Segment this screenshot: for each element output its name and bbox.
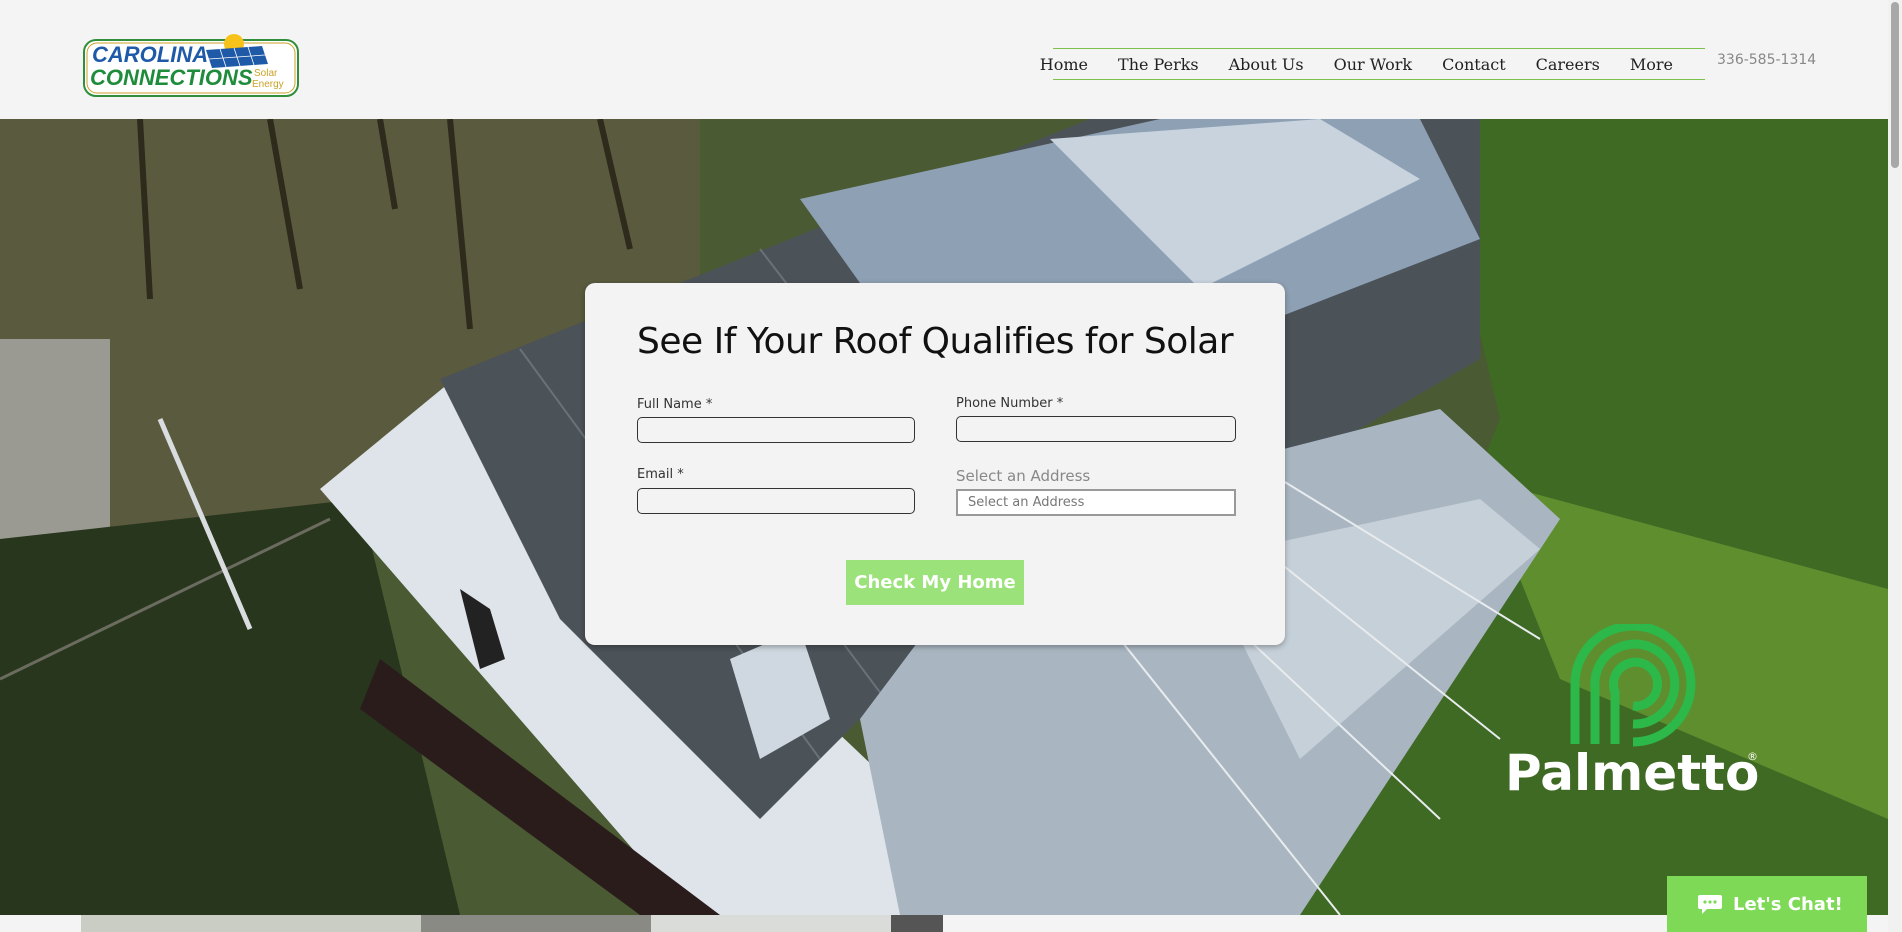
gallery-thumbnails-strip <box>81 915 943 932</box>
phone-number-input[interactable] <box>956 416 1236 442</box>
form-title: See If Your Roof Qualifies for Solar <box>637 321 1234 362</box>
nav-item-home[interactable]: Home <box>1040 55 1088 74</box>
svg-text:CAROLINA: CAROLINA <box>92 42 208 67</box>
svg-text:Palmetto: Palmetto <box>1505 744 1759 802</box>
email-input[interactable] <box>637 488 915 514</box>
nav-item-careers[interactable]: Careers <box>1536 55 1600 74</box>
page-scrollbar[interactable] <box>1888 0 1902 932</box>
svg-text:Energy: Energy <box>252 79 284 90</box>
svg-text:®: ® <box>1747 750 1758 763</box>
palmetto-logo[interactable]: Palmetto ® <box>1505 624 1765 824</box>
phone-number-label: Phone Number * <box>956 396 1064 411</box>
address-label: Select an Address <box>956 467 1091 485</box>
lets-chat-button[interactable]: Let's Chat! <box>1667 876 1867 932</box>
chat-label: Let's Chat! <box>1733 893 1843 915</box>
svg-text:Solar: Solar <box>254 68 278 79</box>
nav-item-our-work[interactable]: Our Work <box>1334 55 1413 74</box>
nav-item-contact[interactable]: Contact <box>1442 55 1506 74</box>
check-my-home-button[interactable]: Check My Home <box>846 560 1024 605</box>
full-name-label: Full Name * <box>637 397 713 412</box>
nav-item-the-perks[interactable]: The Perks <box>1118 55 1199 74</box>
scrollbar-thumb[interactable] <box>1891 2 1899 168</box>
carolina-connections-logo[interactable]: CAROLINA CONNECTIONS Solar Energy <box>82 30 300 98</box>
main-navigation: Home The Perks About Us Our Work Contact… <box>1040 48 1705 80</box>
address-select-input[interactable]: Select an Address <box>956 489 1236 516</box>
site-header: CAROLINA CONNECTIONS Solar Energy Home T… <box>0 0 1888 119</box>
nav-item-about-us[interactable]: About Us <box>1229 55 1304 74</box>
chat-bubble-icon <box>1698 895 1722 914</box>
roof-qualification-form: See If Your Roof Qualifies for Solar Ful… <box>585 283 1285 645</box>
full-name-input[interactable] <box>637 417 915 443</box>
phone-number-link[interactable]: 336-585-1314 <box>1717 52 1816 68</box>
svg-text:CONNECTIONS: CONNECTIONS <box>90 65 253 90</box>
email-label: Email * <box>637 467 684 482</box>
nav-item-more[interactable]: More <box>1630 55 1673 74</box>
